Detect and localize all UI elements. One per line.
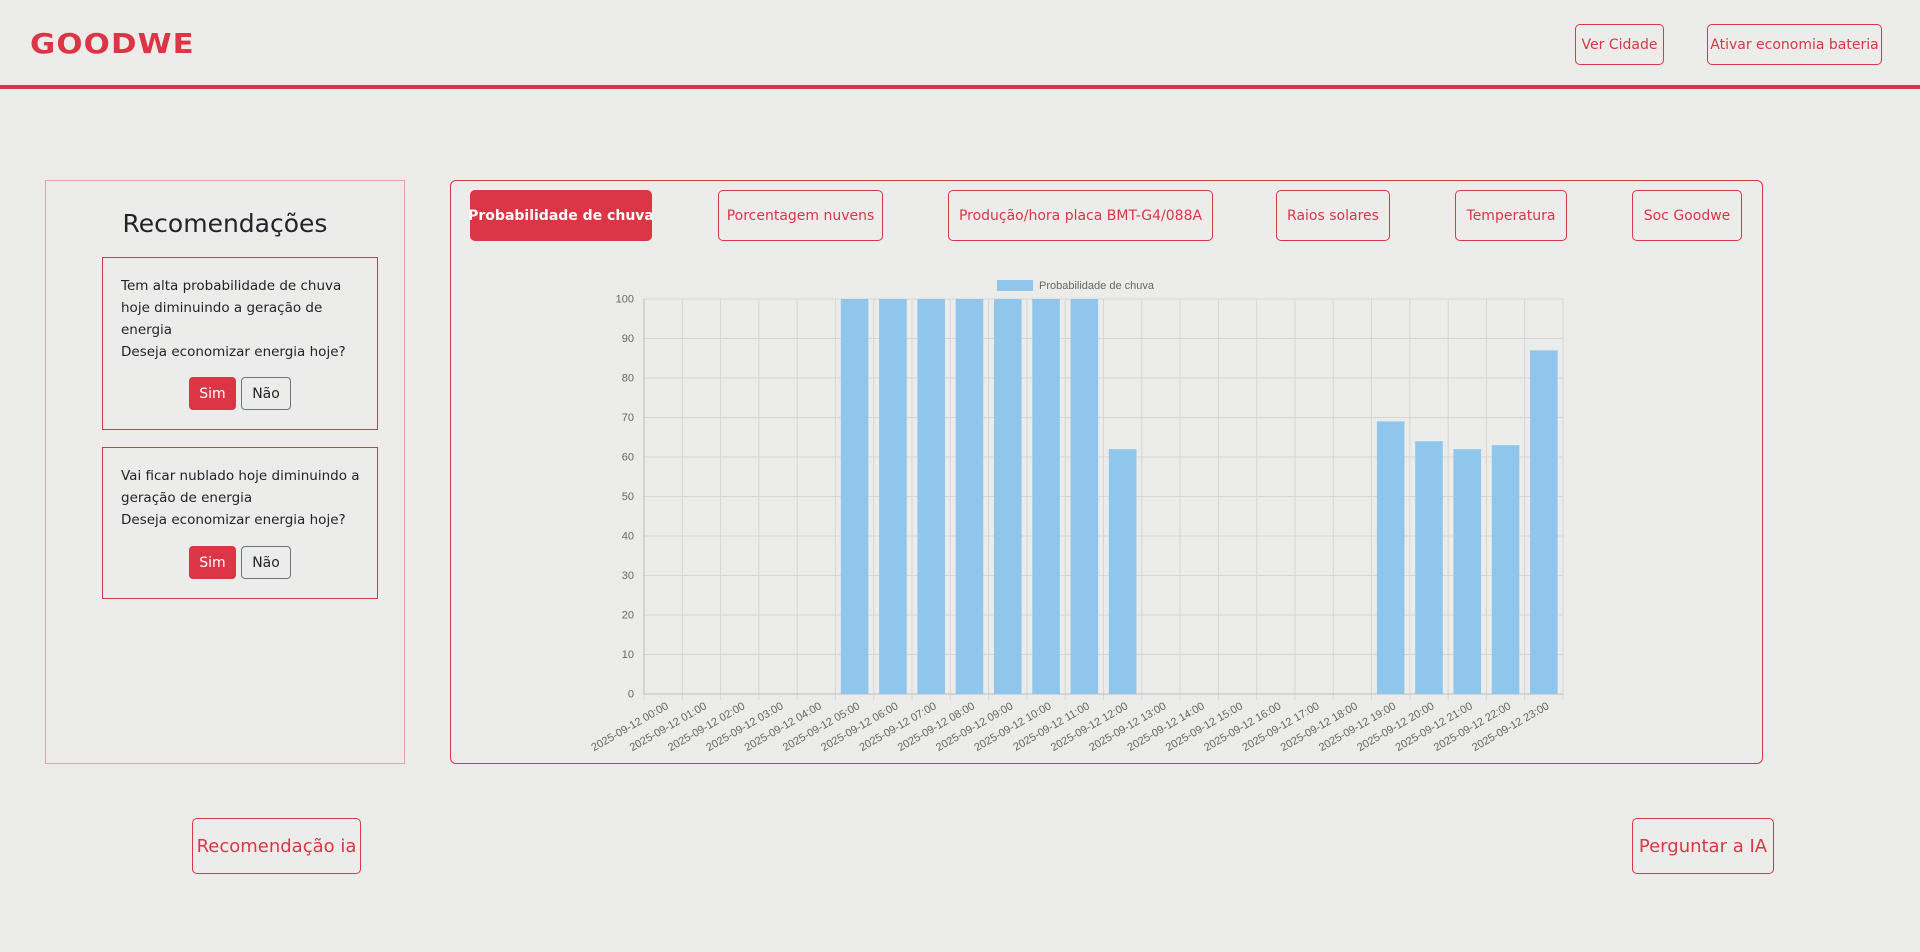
- recommendations-title: Recomendações: [122, 209, 328, 238]
- goodwe-logo: GOODWE: [30, 27, 195, 60]
- ver-cidade-button[interactable]: Ver Cidade: [1575, 24, 1664, 65]
- bar: [840, 299, 869, 694]
- bar: [1415, 441, 1443, 694]
- bar: [1491, 445, 1520, 694]
- bar: [993, 299, 1022, 694]
- y-tick-label: 30: [622, 570, 634, 582]
- bar: [917, 299, 945, 694]
- y-tick-label: 90: [622, 333, 634, 345]
- bar: [1453, 449, 1482, 694]
- perguntar-ia-button[interactable]: Perguntar a IA: [1632, 818, 1774, 874]
- y-tick-label: 20: [622, 610, 634, 622]
- sim-button[interactable]: Sim: [189, 546, 236, 579]
- bar: [1108, 449, 1137, 694]
- bar: [1376, 421, 1405, 694]
- bar: [1070, 299, 1099, 694]
- legend-swatch: [997, 280, 1033, 291]
- recommendations-panel: Recomendações Tem alta probabilidade de …: [45, 180, 405, 764]
- y-tick-label: 80: [622, 373, 634, 385]
- legend-label: Probabilidade de chuva: [1039, 280, 1155, 292]
- y-tick-label: 0: [628, 689, 634, 701]
- y-tick-label: 70: [622, 412, 634, 424]
- recommendation-text: Vai ficar nublado hoje diminuindo a gera…: [121, 468, 360, 528]
- bar: [955, 299, 984, 694]
- recommendation-card-rain: Tem alta probabilidade de chuva hoje dim…: [102, 257, 378, 430]
- y-tick-label: 100: [616, 294, 634, 306]
- ativar-economia-bateria-button[interactable]: Ativar economia bateria: [1707, 24, 1882, 65]
- recommendation-text: Tem alta probabilidade de chuva hoje dim…: [121, 278, 346, 360]
- y-tick-label: 40: [622, 531, 634, 543]
- y-tick-label: 60: [622, 452, 634, 464]
- y-tick-label: 50: [622, 491, 634, 503]
- rain-probability-chart: 01020304050607080901002025-09-12 00:0020…: [589, 280, 1564, 754]
- chart-panel: Probabilidade de chuva Porcentagem nuven…: [450, 180, 1763, 764]
- bar: [1032, 299, 1060, 694]
- bar: [879, 299, 907, 694]
- recommendation-card-cloudy: Vai ficar nublado hoje diminuindo a gera…: [102, 447, 378, 599]
- y-tick-label: 10: [622, 649, 634, 661]
- bar: [1530, 350, 1558, 694]
- recomendacao-ia-button[interactable]: Recomendação ia: [192, 818, 361, 874]
- nao-button[interactable]: Não: [241, 377, 291, 410]
- app-header: GOODWE Ver Cidade Ativar economia bateri…: [0, 0, 1920, 89]
- nao-button[interactable]: Não: [241, 546, 291, 579]
- sim-button[interactable]: Sim: [189, 377, 236, 410]
